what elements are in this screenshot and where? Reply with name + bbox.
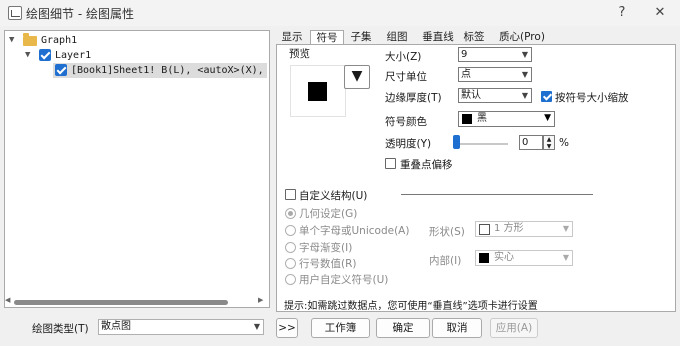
interior-value: 实心 bbox=[494, 252, 514, 263]
overlap-checkbox[interactable] bbox=[385, 158, 396, 169]
workbook-button[interactable]: 工作簿 bbox=[311, 318, 370, 338]
ok-button[interactable]: 确定 bbox=[376, 318, 430, 338]
color-value: 黑 bbox=[477, 113, 487, 124]
app-icon bbox=[8, 6, 22, 20]
edge-value: 默认 bbox=[461, 90, 481, 101]
radio-letter-increment[interactable] bbox=[285, 242, 296, 253]
radio-geometric-label: 几何设定(G) bbox=[299, 208, 358, 220]
chevron-down-icon: ▼ bbox=[521, 50, 528, 59]
chevron-down-icon[interactable]: ▼ bbox=[9, 33, 19, 48]
transparency-slider[interactable] bbox=[453, 135, 460, 149]
expand-button[interactable]: >> bbox=[276, 318, 298, 338]
radio-single-letter[interactable] bbox=[285, 225, 296, 236]
tree-item-layer[interactable]: ▼ Layer1 bbox=[5, 48, 267, 63]
radio-single-letter-label: 单个字母或Unicode(A) bbox=[299, 225, 410, 237]
color-swatch bbox=[462, 114, 472, 124]
chevron-down-icon[interactable]: ▼ bbox=[544, 143, 554, 150]
shape-label: 形状(S) bbox=[429, 226, 465, 238]
scroll-right-icon[interactable]: ▶ bbox=[258, 296, 263, 304]
chevron-down-icon: ▼ bbox=[253, 322, 260, 331]
radio-row-number-label: 行号数值(R) bbox=[299, 258, 357, 270]
chevron-down-icon: ▼ bbox=[521, 70, 528, 79]
plot-type-label: 绘图类型(T) bbox=[32, 323, 89, 335]
radio-row-number[interactable] bbox=[285, 258, 296, 269]
chevron-down-icon: ▼ bbox=[562, 224, 569, 233]
tab-display[interactable]: 显示 bbox=[278, 30, 306, 44]
hint-text: 提示:如需跳过数据点，您可使用“垂直线”选项卡进行设置 bbox=[284, 301, 538, 312]
plot-type-value: 散点图 bbox=[101, 321, 131, 332]
size-combo[interactable]: 9 ▼ bbox=[458, 47, 532, 62]
square-symbol-icon bbox=[308, 82, 327, 101]
horizontal-scrollbar[interactable] bbox=[14, 300, 228, 305]
plot-tree: ▼ Graph1 ▼ Layer1 [Book1]Sheet1! B(L), <… bbox=[4, 30, 270, 308]
plot-checkbox[interactable] bbox=[55, 64, 67, 76]
unit-combo[interactable]: 点 ▼ bbox=[458, 67, 532, 82]
scroll-left-icon[interactable]: ◀ bbox=[5, 296, 10, 304]
tree-item-plot[interactable]: [Book1]Sheet1! B(L), <autoX>(X), A(Y) [1 bbox=[53, 63, 269, 78]
scale-label: 按符号大小缩放 bbox=[555, 92, 629, 104]
tab-subset[interactable]: 子集 bbox=[346, 30, 376, 44]
chevron-down-icon: ▼ bbox=[544, 113, 551, 123]
radio-letter-increment-label: 字母渐变(I) bbox=[299, 242, 353, 254]
edge-combo[interactable]: 默认 ▼ bbox=[458, 88, 532, 103]
percent-label: % bbox=[559, 137, 569, 149]
preview-label: 预览 bbox=[289, 48, 310, 60]
solid-square-icon bbox=[479, 253, 489, 263]
close-button[interactable]: ✕ bbox=[648, 3, 672, 23]
radio-geometric[interactable] bbox=[285, 208, 296, 219]
transparency-spinner[interactable]: ▲ ▼ bbox=[543, 135, 555, 150]
radio-user-defined-label: 用户自定义符号(U) bbox=[299, 274, 389, 286]
interior-label: 内部(I) bbox=[429, 255, 462, 267]
tab-centroid[interactable]: 质心(Pro) bbox=[492, 30, 552, 44]
tab-group[interactable]: 组图 bbox=[382, 30, 412, 44]
chevron-down-icon: ▼ bbox=[521, 91, 528, 100]
chevron-up-icon[interactable]: ▲ bbox=[544, 136, 554, 143]
radio-user-defined[interactable] bbox=[285, 274, 296, 285]
divider bbox=[401, 194, 593, 195]
scale-checkbox[interactable] bbox=[541, 91, 552, 102]
tree-layer-label: Layer1 bbox=[55, 50, 92, 61]
color-combo[interactable]: 黑 ▼ bbox=[458, 111, 555, 127]
symbol-preview bbox=[290, 65, 346, 117]
tree-plot-label: [Book1]Sheet1! B(L), <autoX>(X), A(Y) [1 bbox=[71, 65, 269, 76]
window-title: 绘图细节 - 绘图属性 bbox=[26, 7, 134, 21]
unit-value: 点 bbox=[461, 69, 471, 80]
open-square-icon bbox=[479, 224, 490, 235]
interior-combo[interactable]: 实心 ▼ bbox=[475, 250, 573, 266]
cancel-button[interactable]: 取消 bbox=[432, 318, 482, 338]
folder-icon bbox=[23, 33, 37, 46]
transparency-field[interactable]: 0 bbox=[519, 135, 543, 150]
shape-value: 1 方形 bbox=[494, 223, 524, 234]
shape-combo[interactable]: 1 方形 ▼ bbox=[475, 221, 573, 237]
transparency-label: 透明度(Y) bbox=[385, 138, 432, 150]
symbol-gallery-button[interactable]: ▼ bbox=[344, 65, 370, 89]
symbol-panel: 预览 ▼ 大小(Z) 9 ▼ 尺寸单位 点 ▼ 边缘厚度(T) 默认 ▼ 按符号大小缩… bbox=[276, 44, 676, 312]
overlap-label: 重叠点偏移 bbox=[400, 159, 453, 171]
custom-construction-checkbox[interactable] bbox=[285, 189, 296, 200]
custom-construction-label: 自定义结构(U) bbox=[299, 190, 368, 202]
tree-graph-label: Graph1 bbox=[41, 35, 78, 46]
tab-label[interactable]: 标签 bbox=[460, 30, 488, 44]
apply-button[interactable]: 应用(A) bbox=[490, 318, 538, 338]
size-label: 大小(Z) bbox=[385, 51, 422, 63]
plot-type-combo[interactable]: 散点图 ▼ bbox=[98, 319, 264, 335]
size-value: 9 bbox=[461, 49, 468, 60]
chevron-down-icon: ▼ bbox=[562, 253, 569, 262]
help-button[interactable]: ? bbox=[610, 3, 634, 23]
edge-label: 边缘厚度(T) bbox=[385, 92, 442, 104]
layer-checkbox[interactable] bbox=[39, 49, 51, 61]
transparency-track bbox=[458, 143, 508, 145]
tab-drop-lines[interactable]: 垂直线 bbox=[418, 30, 458, 44]
unit-label: 尺寸单位 bbox=[385, 71, 427, 83]
chevron-down-icon[interactable]: ▼ bbox=[25, 48, 35, 63]
color-label: 符号颜色 bbox=[385, 116, 427, 128]
transparency-value: 0 bbox=[522, 137, 529, 148]
tree-item-graph[interactable]: ▼ Graph1 bbox=[5, 33, 267, 48]
